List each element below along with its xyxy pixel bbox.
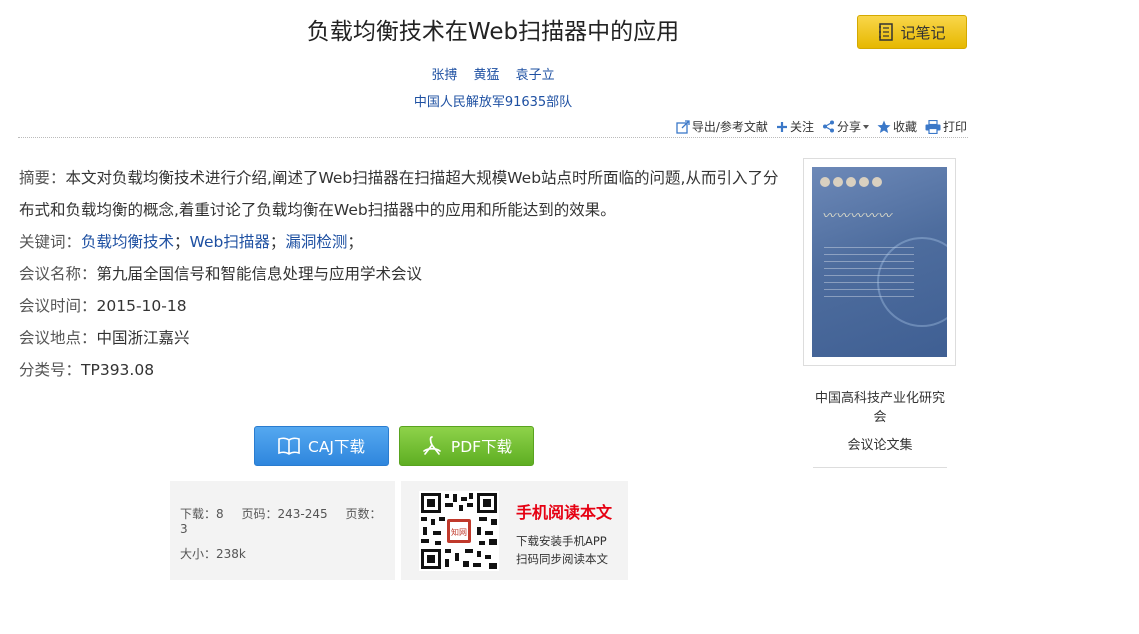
abstract: 摘要：本文对负载均衡技术进行介绍,阐述了Web扫描器在扫描超大规模Web站点时所… [19,162,789,226]
book-icon [278,437,300,455]
conference-value: 第九届全国信号和智能信息处理与应用学术会议 [96,265,423,283]
plus-icon [776,121,787,132]
proceedings-cover[interactable]: 〰〰〰〰〰 [803,158,956,366]
organization-link[interactable]: 中国人民解放军91635部队 [414,95,572,110]
caj-download-button[interactable]: CAJ下载 [254,426,389,466]
date-value: 2015-10-18 [96,297,187,315]
share-button[interactable]: 分享 [822,118,869,135]
printer-icon [925,119,941,134]
export-icon [676,119,690,134]
conference-label: 会议名称： [19,265,97,283]
star-icon [877,120,891,133]
cover-image: 〰〰〰〰〰 [812,167,947,357]
mobile-reading-instructions: 下载安装手机APP 扫码同步阅读本文 [516,532,608,568]
page-range: 页码：243-245 [241,507,328,521]
mobile-reading-panel: 知网 手机阅读本文 下载安装手机APP 扫码同步阅读本文 [401,481,628,580]
class-value: TP393.08 [81,361,155,379]
publisher[interactable]: 中国高科技产业化研究会 [810,389,950,427]
abstract-label: 摘要： [19,169,66,187]
mobile-reading-title: 手机阅读本文 [516,503,613,522]
print-button[interactable]: 打印 [925,118,967,135]
location-value: 中国浙江嘉兴 [96,329,190,347]
cover-logos [820,177,882,187]
favorite-label: 收藏 [892,120,917,134]
keyword-separator: ； [174,233,190,251]
date-label: 会议时间： [19,297,97,315]
keyword-link[interactable]: 负载均衡技术 [81,233,174,251]
mobile-instruction-line: 下载安装手机APP [516,534,607,548]
mobile-instruction-line: 扫码同步阅读本文 [516,552,608,566]
cover-calligraphy: 〰〰〰〰〰 [822,209,893,224]
take-notes-button[interactable]: 记笔记 [857,15,967,49]
author-link[interactable]: 袁子立 [516,68,555,83]
article-metadata: 摘要：本文对负载均衡技术进行介绍,阐述了Web扫描器在扫描超大规模Web站点时所… [19,162,789,386]
qr-code-icon: 知网 [419,491,499,571]
share-icon [822,120,834,133]
classification: 分类号：TP393.08 [19,354,789,386]
pdf-download-label: PDF下载 [450,438,513,456]
stats-row: 下载：8 页码：243-245 页数：3 [180,505,395,536]
class-label: 分类号： [19,361,82,379]
share-label: 分享 [836,120,861,134]
author-list: 张搏 黄猛 袁子立 [18,64,968,83]
abstract-text: 本文对负载均衡技术进行介绍,阐述了Web扫描器在扫描超大规模Web站点时所面临的… [19,169,779,219]
follow-label: 关注 [789,120,814,134]
publication-type: 会议论文集 [847,438,913,453]
keyword-separator: ； [347,233,363,251]
conference-location: 会议地点：中国浙江嘉兴 [19,322,789,354]
author-link[interactable]: 张搏 [431,68,457,83]
article-title: 负载均衡技术在Web扫描器中的应用 [306,19,680,45]
conference-name: 会议名称：第九届全国信号和智能信息处理与应用学术会议 [19,258,789,290]
favorite-button[interactable]: 收藏 [877,118,917,135]
keyword-link[interactable]: 漏洞检测 [285,233,347,251]
toolbar: 导出/参考文献 关注 分享 收藏 打印 [676,118,967,135]
pdf-icon [423,436,441,455]
follow-button[interactable]: 关注 [776,118,814,135]
download-stats: 下载：8 页码：243-245 页数：3 大小：238k [170,481,395,580]
file-size: 大小：238k [180,547,246,561]
keyword-separator: ； [269,233,286,251]
print-label: 打印 [942,120,967,134]
publisher-divider [813,467,947,468]
take-notes-label: 记笔记 [900,23,946,42]
export-label: 导出/参考文献 [691,120,768,134]
caj-download-label: CAJ下载 [308,438,365,456]
notebook-icon [879,23,894,41]
keywords: 关键词：负载均衡技术；Web扫描器；漏洞检测； [19,226,789,258]
download-count: 下载：8 [180,507,224,521]
caret-down-icon [862,124,869,129]
header-divider [18,137,968,138]
location-label: 会议地点： [19,329,97,347]
organization: 中国人民解放军91635部队 [18,91,968,110]
author-link[interactable]: 黄猛 [473,68,499,83]
keyword-link[interactable]: Web扫描器 [190,233,270,251]
svg-text:知网: 知网 [451,527,467,537]
pdf-download-button[interactable]: PDF下载 [399,426,534,466]
export-button[interactable]: 导出/参考文献 [676,118,768,135]
keywords-label: 关键词： [19,233,82,251]
conference-date: 会议时间：2015-10-18 [19,290,789,322]
